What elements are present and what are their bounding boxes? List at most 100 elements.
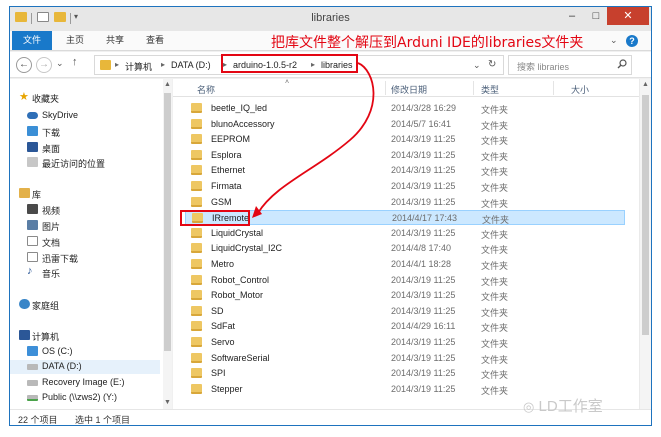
- column-size[interactable]: 大小: [571, 83, 589, 96]
- file-row[interactable]: Ethernet 2014/3/19 11:25 文件夹: [185, 163, 625, 178]
- file-row[interactable]: SPI 2014/3/19 11:25 文件夹: [185, 366, 625, 381]
- address-history-icon[interactable]: ⌄: [473, 60, 481, 71]
- file-modified: 2014/3/19 11:25: [391, 290, 456, 301]
- forward-button[interactable]: →: [36, 57, 52, 73]
- file-name: Metro: [211, 259, 235, 269]
- file-modified: 2014/3/19 11:25: [391, 134, 456, 145]
- up-button[interactable]: ↑: [72, 56, 78, 68]
- file-row[interactable]: LiquidCrystal 2014/3/19 11:25 文件夹: [185, 226, 625, 241]
- nav-item-videos[interactable]: 视频: [10, 203, 160, 217]
- nav-drive-e[interactable]: Recovery Image (E:): [10, 376, 160, 390]
- navigation-pane: ★ 收藏夹 SkyDrive 下载 桌面 最近访问的位置 库 视频 图片 文档 …: [10, 79, 172, 409]
- scroll-down-arrow-icon[interactable]: ▼: [164, 399, 171, 406]
- tab-view[interactable]: 查看: [140, 31, 170, 50]
- maximize-button[interactable]: □: [586, 7, 606, 25]
- file-row[interactable]: SD 2014/3/19 11:25 文件夹: [185, 304, 625, 319]
- file-row[interactable]: blunoAccessory 2014/5/7 16:41 文件夹: [185, 117, 625, 132]
- folder-icon: [191, 274, 202, 285]
- file-type: 文件夹: [481, 245, 509, 256]
- column-divider[interactable]: [473, 81, 474, 95]
- nav-scrollbar-thumb[interactable]: [164, 93, 171, 351]
- column-divider[interactable]: [553, 81, 554, 95]
- file-scrollbar[interactable]: ▲: [639, 79, 651, 409]
- nav-item-thunder-downloads[interactable]: 迅雷下载: [10, 251, 160, 265]
- file-name: Esplora: [211, 149, 242, 160]
- close-button[interactable]: ✕: [607, 7, 649, 25]
- file-row[interactable]: Robot_Control 2014/3/19 11:25 文件夹: [185, 273, 625, 288]
- recent-locations-icon[interactable]: ⌄: [56, 58, 64, 69]
- file-row[interactable]: IRremote 2014/4/17 17:43 文件夹: [185, 210, 625, 226]
- star-icon: ★: [19, 91, 29, 103]
- tab-file[interactable]: 文件: [12, 31, 52, 50]
- nav-scrollbar[interactable]: ▲ ▼: [163, 79, 172, 409]
- file-name: SD: [211, 305, 224, 316]
- file-scrollbar-thumb[interactable]: [642, 95, 649, 335]
- crumb-data-drive[interactable]: DATA (D:): [171, 60, 211, 70]
- folder-icon: [191, 337, 202, 347]
- search-input[interactable]: 搜索 libraries: [508, 55, 632, 75]
- nav-drive-c[interactable]: OS (C:): [10, 345, 160, 359]
- file-row[interactable]: Servo 2014/3/19 11:25 文件夹: [185, 335, 625, 350]
- file-type: 文件夹: [481, 198, 509, 209]
- folder-icon: [191, 290, 202, 301]
- tab-share[interactable]: 共享: [100, 31, 130, 50]
- irremote-highlight-box: [180, 210, 250, 226]
- file-row[interactable]: Robot_Motor 2014/3/19 11:25 文件夹: [185, 288, 625, 303]
- column-name[interactable]: 名称: [197, 83, 215, 96]
- nav-item-skydrive[interactable]: SkyDrive: [10, 109, 160, 123]
- column-modified[interactable]: 修改日期: [391, 83, 427, 96]
- nav-drive-y[interactable]: Public (\\zws2) (Y:): [10, 391, 160, 405]
- nav-item-documents[interactable]: 文档: [10, 235, 160, 249]
- file-type: 文件夹: [481, 354, 509, 365]
- file-row[interactable]: Firmata 2014/3/19 11:25 文件夹: [185, 179, 625, 194]
- tab-home[interactable]: 主页: [60, 31, 90, 50]
- file-type: 文件夹: [482, 215, 510, 226]
- nav-item-label: 音乐: [42, 269, 61, 279]
- folder-icon: [191, 352, 202, 363]
- file-type: 文件夹: [481, 292, 509, 303]
- nav-item-label: 最近访问的位置: [42, 159, 106, 169]
- nav-computer[interactable]: 计算机: [10, 329, 160, 343]
- nav-favorites-label: 收藏夹: [32, 94, 60, 104]
- file-row[interactable]: SdFat 2014/4/29 16:11 文件夹: [185, 319, 625, 334]
- refresh-icon[interactable]: ↻: [488, 59, 496, 70]
- file-row[interactable]: EEPROM 2014/3/19 11:25 文件夹: [185, 132, 625, 147]
- homegroup-icon: [19, 299, 30, 309]
- folder-icon: [191, 321, 202, 332]
- file-row[interactable]: beetle_IQ_led 2014/3/28 16:29 文件夹: [185, 101, 625, 116]
- search-icon[interactable]: [617, 59, 627, 69]
- help-icon[interactable]: ?: [626, 35, 638, 47]
- annotation-text: 把库文件整个解压到Arduni IDE的libraries文件夹: [271, 35, 584, 51]
- nav-item-desktop[interactable]: 桌面: [10, 141, 160, 155]
- file-row[interactable]: LiquidCrystal_I2C 2014/4/8 17:40 文件夹: [185, 241, 625, 256]
- column-type[interactable]: 类型: [481, 83, 499, 96]
- cloud-icon: [27, 112, 38, 119]
- ribbon-expand-icon[interactable]: ⌄: [610, 35, 618, 46]
- column-divider[interactable]: [385, 81, 386, 95]
- folder-icon: [191, 305, 202, 316]
- nav-libraries[interactable]: 库: [10, 187, 160, 201]
- file-row[interactable]: Metro 2014/4/1 18:28 文件夹: [185, 257, 625, 272]
- network-drive-icon: [27, 395, 38, 401]
- item-count: 22 个项目: [18, 415, 58, 425]
- file-name: LiquidCrystal: [211, 227, 264, 238]
- nav-item-recent[interactable]: 最近访问的位置: [10, 156, 160, 170]
- back-button[interactable]: ←: [16, 57, 32, 73]
- nav-item-music[interactable]: ♪ 音乐: [10, 265, 160, 280]
- nav-drive-d[interactable]: DATA (D:): [10, 360, 160, 374]
- file-row[interactable]: GSM 2014/3/19 11:25 文件夹: [185, 195, 625, 210]
- nav-homegroup[interactable]: 家庭组: [10, 298, 160, 312]
- window-title: libraries: [311, 12, 350, 24]
- library-icon: [19, 188, 30, 198]
- nav-item-downloads[interactable]: 下载: [10, 125, 160, 139]
- minimize-button[interactable]: –: [562, 7, 582, 25]
- file-row[interactable]: SoftwareSerial 2014/3/19 11:25 文件夹: [185, 351, 625, 366]
- scroll-up-arrow-icon[interactable]: ▲: [164, 81, 171, 88]
- scroll-up-arrow-icon[interactable]: ▲: [642, 81, 649, 88]
- file-row[interactable]: Esplora 2014/3/19 11:25 文件夹: [185, 148, 625, 163]
- crumb-computer[interactable]: 计算机: [125, 60, 152, 73]
- folder-icon: [191, 383, 202, 394]
- file-modified: 2014/3/28 16:29: [391, 103, 457, 113]
- nav-favorites[interactable]: ★ 收藏夹: [10, 91, 160, 105]
- nav-item-pictures[interactable]: 图片: [10, 219, 160, 233]
